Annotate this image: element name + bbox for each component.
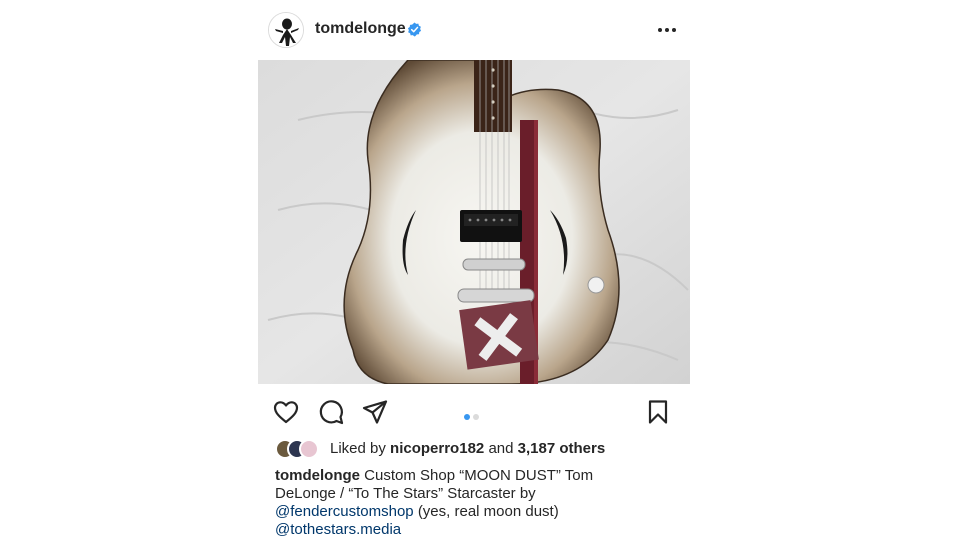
likes-others[interactable]: 3,187 others	[518, 440, 606, 457]
bookmark-icon	[648, 400, 668, 424]
likes-connector: and	[488, 440, 514, 457]
share-button[interactable]	[361, 398, 389, 426]
mention-link[interactable]: @tothestars.media	[275, 521, 401, 538]
liker-avatars[interactable]	[275, 438, 327, 460]
like-button[interactable]	[272, 398, 300, 426]
carousel-dot	[473, 414, 479, 420]
avatar-figure-icon	[269, 13, 303, 47]
more-options-button[interactable]	[652, 18, 682, 42]
post-header: tomdelonge	[268, 10, 688, 50]
profile-avatar[interactable]	[268, 12, 304, 48]
liker-username[interactable]: nicoperro182	[390, 440, 484, 457]
post-caption: tomdelonge Custom Shop “MOON DUST” Tom D…	[275, 467, 645, 539]
heart-icon	[273, 401, 299, 424]
caption-username[interactable]: tomdelonge	[275, 467, 360, 484]
save-button[interactable]	[644, 398, 672, 426]
liker-avatar	[299, 439, 319, 459]
mention-link[interactable]: @fendercustomshop	[275, 503, 414, 520]
send-icon	[362, 400, 388, 424]
more-horizontal-icon	[658, 28, 676, 32]
likes-row: Liked by nicoperro182 and 3,187 others	[275, 438, 695, 460]
carousel-dot-active	[464, 414, 470, 420]
comment-icon	[319, 400, 344, 425]
guitar-photo	[258, 60, 690, 384]
comment-button[interactable]	[317, 398, 345, 426]
caption-text: (yes, real moon dust)	[417, 503, 559, 520]
likes-prefix: Liked by	[330, 440, 386, 457]
likes-summary: Liked by nicoperro182 and 3,187 others	[330, 440, 605, 457]
post-username[interactable]: tomdelonge	[315, 20, 406, 38]
carousel-indicator	[464, 407, 482, 420]
verified-badge-icon	[407, 22, 422, 37]
action-bar	[272, 396, 672, 428]
post-image[interactable]	[258, 60, 690, 384]
